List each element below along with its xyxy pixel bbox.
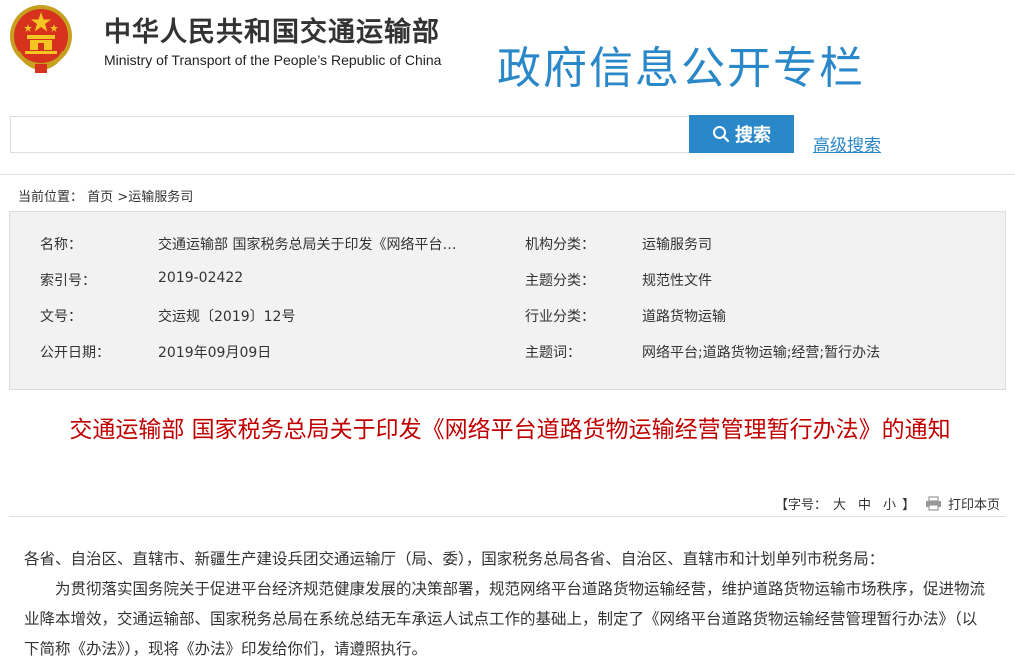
breadcrumb-home[interactable]: 首页 (87, 190, 113, 205)
info-industry-label: 行业分类： (525, 309, 595, 325)
info-keywords-label: 主题词： (525, 345, 581, 361)
font-size-large[interactable]: 大 (833, 498, 846, 513)
ministry-name-en[interactable]: Ministry of Transport of the People’s Re… (104, 52, 441, 68)
advanced-search-link[interactable]: 高级搜索 (813, 131, 881, 156)
breadcrumb-current[interactable]: 运输服务司 (128, 190, 193, 205)
info-org-value: 运输服务司 (642, 237, 712, 253)
info-date-label: 公开日期： (40, 345, 110, 361)
info-index-value: 2019-02422 (158, 270, 244, 286)
article-title: 交通运输部 国家税务总局关于印发《网络平台道路货物运输经营管理暂行办法》的通知 (69, 417, 951, 443)
breadcrumb-separator: > (117, 190, 129, 205)
search-button[interactable]: 搜索 (689, 115, 794, 153)
document-info-panel: 名称： 交通运输部 国家税务总局关于印发《网络平台… 机构分类： 运输服务司 索… (9, 211, 1006, 390)
breadcrumb-prefix: 当前位置： (18, 190, 84, 205)
site-header: 中华人民共和国交通运输部 Ministry of Transport of th… (0, 0, 1015, 100)
search-icon (713, 126, 730, 143)
info-org-label: 机构分类： (525, 237, 595, 253)
info-index-label: 索引号： (40, 273, 96, 289)
info-topic-value: 规范性文件 (642, 273, 712, 289)
header-divider (0, 174, 1015, 175)
print-button[interactable]: 打印本页 (925, 494, 1000, 513)
printer-icon (926, 496, 941, 511)
info-name-label: 名称： (40, 237, 82, 253)
info-date-value: 2019年09月09日 (158, 345, 272, 361)
info-topic-label: 主题分类： (525, 273, 595, 289)
breadcrumb: 当前位置： 首页 >运输服务司 (18, 186, 193, 205)
search-button-label: 搜索 (735, 125, 771, 145)
ministry-name-cn[interactable]: 中华人民共和国交通运输部 (104, 10, 440, 49)
info-name-value: 交通运输部 国家税务总局关于印发《网络平台… (158, 237, 457, 253)
font-size-controls: 【字号： 大中小】 (775, 494, 915, 513)
article-paragraph-1: 各省、自治区、直辖市、新疆生产建设兵团交通运输厅（局、委），国家税务总局各省、自… (24, 550, 885, 568)
info-docno-value: 交运规〔2019〕12号 (158, 309, 296, 325)
info-docno-label: 文号： (40, 309, 82, 325)
print-label: 打印本页 (948, 498, 1001, 513)
national-emblem-icon[interactable] (8, 2, 74, 74)
font-size-medium[interactable]: 中 (858, 498, 871, 513)
search-input[interactable] (10, 116, 689, 153)
column-title: 政府信息公开专栏 (497, 43, 865, 94)
info-industry-value: 道路货物运输 (642, 309, 726, 325)
info-keywords-value: 网络平台;道路货物运输;经营;暂行办法 (642, 345, 881, 361)
font-size-label: 【字号： (775, 498, 828, 513)
font-size-small[interactable]: 小 (883, 498, 896, 513)
article-paragraph-2: 为贯彻落实国务院关于促进平台经济规范健康发展的决策部署，规范网络平台道路货物运输… (24, 580, 986, 658)
font-size-label-close: 】 (902, 498, 916, 513)
content-divider (9, 516, 1006, 517)
